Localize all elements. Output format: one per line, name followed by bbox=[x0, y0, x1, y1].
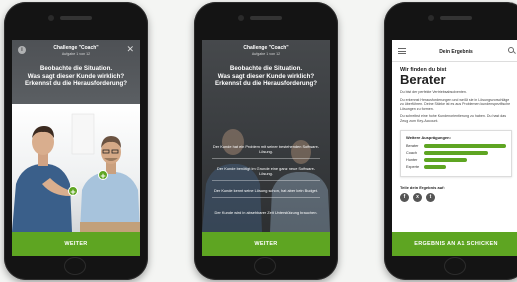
result-paragraph: Du erkennst Herausforderungen und weißt … bbox=[400, 97, 511, 111]
trait-label: Hunter bbox=[406, 158, 418, 163]
close-icon[interactable]: ✕ bbox=[126, 44, 134, 54]
challenge-subtitle: Aufgabe 1 von 12 bbox=[251, 52, 281, 56]
next-button[interactable]: WEITER bbox=[12, 232, 140, 256]
result-type: Berater bbox=[400, 72, 446, 87]
hotspot-plus-icon[interactable]: + bbox=[98, 170, 108, 181]
trait-bar bbox=[424, 165, 447, 169]
instruction-headline: Beobachte die Situation. Was sagt dieser… bbox=[202, 62, 330, 88]
search-icon[interactable] bbox=[508, 47, 514, 53]
answer-option[interactable]: Der Kunde hat ein Problem mit seiner bes… bbox=[212, 144, 320, 159]
home-button bbox=[64, 257, 86, 275]
headline-line: Beobachte die Situation. bbox=[229, 65, 303, 72]
home-button bbox=[254, 257, 276, 275]
next-button[interactable]: WEITER bbox=[202, 232, 330, 256]
xing-icon[interactable]: x bbox=[413, 192, 422, 202]
headline-line: Was sagt dieser Kunde wirklich? bbox=[217, 72, 315, 80]
twitter-icon[interactable]: t bbox=[426, 192, 435, 202]
phone-frame-2: Challenge "Coach" Aufgabe 1 von 12 Beoba… bbox=[194, 2, 338, 280]
page-title: Dein Ergebnis bbox=[439, 49, 473, 55]
trait-label: Berater bbox=[406, 144, 419, 149]
trait-bar bbox=[424, 144, 506, 148]
phone-frame-3: Dein Ergebnis Wir finden du bist Berater… bbox=[384, 2, 517, 280]
trait-label: Experte bbox=[406, 165, 420, 170]
home-button bbox=[444, 257, 466, 275]
traits-card: Weitere Ausprägungen: Berater Coach Hunter… bbox=[400, 129, 512, 177]
share-title: Teile dein Ergebnis auf: bbox=[400, 184, 445, 190]
top-bar: i Challenge "Coach" Aufgabe 1 von 12 ✕ bbox=[12, 40, 140, 62]
result-paragraph: Du bist der perfekte Vertriebsabsolvente… bbox=[400, 90, 467, 94]
hotspot-plus-icon[interactable]: + bbox=[68, 186, 78, 197]
screen-result: Dein Ergebnis Wir finden du bist Berater… bbox=[392, 40, 517, 256]
screen-options: Challenge "Coach" Aufgabe 1 von 12 Beoba… bbox=[202, 40, 330, 256]
scene-photo: + + bbox=[12, 104, 140, 232]
headline-line: Erkennst du die Herausforderung? bbox=[24, 80, 128, 87]
trait-bars: Berater Coach Hunter Experte bbox=[406, 143, 506, 171]
scene-illustration bbox=[12, 113, 140, 232]
traits-title: Weitere Ausprägungen: bbox=[406, 134, 451, 140]
trait-bar-track bbox=[424, 144, 506, 148]
headline-line: Erkennst du die Herausforderung? bbox=[214, 80, 318, 87]
menu-icon[interactable] bbox=[398, 48, 406, 56]
trait-label: Coach bbox=[406, 151, 417, 156]
trait-bar-track bbox=[424, 158, 506, 162]
send-result-button[interactable]: ERGEBNIS AN A1 SCHICKEN bbox=[392, 232, 517, 256]
trait-bar-track bbox=[424, 165, 506, 169]
screen-challenge: i Challenge "Coach" Aufgabe 1 von 12 ✕ B… bbox=[12, 40, 140, 256]
facebook-icon[interactable]: f bbox=[400, 192, 409, 202]
challenge-title: Challenge "Coach" bbox=[243, 45, 289, 51]
trait-row: Berater bbox=[406, 143, 506, 150]
speaker-grill bbox=[60, 16, 92, 20]
headline-line: Beobachte die Situation. bbox=[39, 65, 113, 72]
result-paragraph: Du schreibst eine hohe Kundenorientierun… bbox=[400, 114, 507, 123]
trait-bar-track bbox=[424, 151, 506, 155]
share-row: f x t bbox=[400, 192, 512, 202]
front-camera bbox=[238, 15, 244, 21]
trait-row: Coach bbox=[406, 150, 506, 157]
top-bar: Challenge "Coach" Aufgabe 1 von 12 bbox=[202, 40, 330, 62]
phone-frame-1: i Challenge "Coach" Aufgabe 1 von 12 ✕ B… bbox=[4, 2, 148, 280]
instruction-headline: Beobachte die Situation. Was sagt dieser… bbox=[12, 62, 140, 88]
front-camera bbox=[428, 15, 434, 21]
speaker-grill bbox=[440, 16, 472, 20]
trait-bar bbox=[424, 151, 488, 155]
answer-option[interactable]: Der Kunde benötigt im Grunde eine ganz n… bbox=[212, 166, 320, 181]
front-camera bbox=[48, 15, 54, 21]
trait-row: Experte bbox=[406, 164, 506, 171]
speaker-grill bbox=[250, 16, 282, 20]
top-bar: Dein Ergebnis bbox=[392, 40, 517, 62]
trait-bar bbox=[424, 158, 467, 162]
headline-line: Was sagt dieser Kunde wirklich? bbox=[27, 72, 125, 80]
trait-row: Hunter bbox=[406, 157, 506, 164]
answer-option[interactable]: Der Kunde wird in absehbarer Zeit Unters… bbox=[212, 210, 320, 219]
result-body: Wir finden du bist Berater Du bist der p… bbox=[392, 62, 517, 202]
challenge-title: Challenge "Coach" bbox=[53, 45, 99, 51]
answer-option[interactable]: Der Kunde kennt seine Lösung schon, hat … bbox=[212, 188, 320, 198]
challenge-subtitle: Aufgabe 1 von 12 bbox=[61, 52, 91, 56]
